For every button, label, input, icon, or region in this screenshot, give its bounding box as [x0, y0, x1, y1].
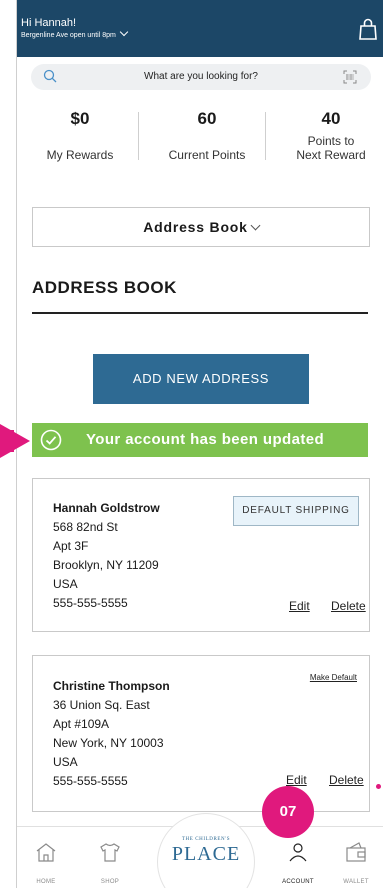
edit-address-link[interactable]: Edit	[289, 599, 310, 613]
delete-address-link[interactable]: Delete	[331, 599, 366, 613]
greeting: Hi Hannah!	[21, 17, 77, 29]
logo-big-text: PLACE	[171, 843, 241, 865]
success-message: Your account has been updated	[86, 431, 325, 448]
phone-screen: Hi Hannah! Bergenline Ave open until 8pm…	[16, 0, 383, 888]
shirt-icon	[100, 843, 120, 862]
logo-small-text: THE CHILDREN'S	[181, 837, 231, 842]
store-status: Bergenline Ave open until 8pm	[21, 32, 116, 39]
search-bar[interactable]: What are you looking for?	[31, 64, 371, 90]
points-to-next-label-1: Points to	[307, 134, 355, 148]
annotation-dot	[376, 784, 381, 789]
chevron-down-icon	[119, 27, 129, 37]
edit-address-link[interactable]: Edit	[286, 773, 307, 787]
tab-account-label: ACCOUNT	[282, 879, 314, 885]
stat-divider	[138, 112, 139, 160]
address-phone: 555-555-5555	[53, 774, 128, 788]
my-rewards-label: My Rewards	[46, 148, 114, 162]
address-line2: Apt #109A	[53, 717, 110, 731]
current-points-value: 60	[197, 109, 217, 128]
shopping-bag-icon[interactable]	[359, 18, 377, 40]
home-icon	[36, 843, 56, 862]
tab-home[interactable]: HOME	[21, 827, 71, 888]
account-icon	[289, 843, 307, 862]
tab-wallet[interactable]: WALLET	[331, 827, 381, 888]
address-city: Brooklyn, NY 11209	[53, 558, 159, 572]
dropdown-label: Address Book	[143, 219, 248, 235]
success-banner: Your account has been updated	[32, 423, 368, 457]
current-points-label: Current Points	[168, 148, 246, 162]
delete-address-link[interactable]: Delete	[329, 773, 364, 787]
address-card: Hannah Goldstrow 568 82nd St Apt 3F Broo…	[32, 478, 370, 632]
tab-home-label: HOME	[36, 879, 56, 885]
my-rewards-stat[interactable]: $0 My Rewards	[41, 108, 119, 162]
wallet-icon	[346, 842, 366, 862]
rewards-summary: $0 My Rewards 60 Current Points 40 Point…	[17, 108, 383, 168]
address-name: Hannah Goldstrow	[53, 501, 160, 515]
page-title: ADDRESS BOOK	[32, 278, 177, 297]
address-city: New York, NY 10003	[53, 736, 164, 750]
address-country: USA	[53, 755, 78, 769]
points-to-next-value: 40	[321, 109, 341, 128]
tab-wallet-label: WALLET	[343, 879, 369, 885]
my-rewards-value: $0	[70, 109, 90, 128]
top-bar: Hi Hannah! Bergenline Ave open until 8pm	[17, 0, 383, 57]
annotation-step-marker: 07	[262, 786, 314, 838]
brand-logo-button[interactable]: THE CHILDREN'S PLACE	[157, 813, 255, 888]
points-to-next-stat: 40 Points to Next Reward	[279, 108, 383, 162]
points-to-next-label-2: Next Reward	[296, 148, 366, 162]
current-points-stat: 60 Current Points	[157, 108, 257, 162]
tab-shop[interactable]: SHOP	[85, 827, 135, 888]
make-default-link[interactable]: Make Default	[310, 673, 357, 682]
address-phone: 555-555-5555	[53, 596, 128, 610]
default-shipping-badge: DEFAULT SHIPPING	[233, 496, 359, 526]
stat-divider	[265, 112, 266, 160]
address-country: USA	[53, 577, 78, 591]
check-circle-icon	[40, 429, 62, 451]
address-line2: Apt 3F	[53, 539, 89, 553]
add-new-address-button[interactable]: ADD NEW ADDRESS	[93, 354, 309, 404]
address-card: Christine Thompson 36 Union Sq. East Apt…	[32, 655, 370, 812]
tab-shop-label: SHOP	[100, 879, 120, 885]
chevron-down-icon	[250, 220, 261, 231]
address-name: Christine Thompson	[53, 679, 170, 693]
search-placeholder: What are you looking for?	[144, 71, 258, 82]
annotation-arrow-tail	[0, 430, 14, 452]
store-selector[interactable]: Bergenline Ave open until 8pm	[21, 27, 129, 41]
account-section-dropdown[interactable]: Address Book	[32, 207, 370, 247]
address-line1: 36 Union Sq. East	[53, 698, 150, 712]
barcode-scan-icon[interactable]	[343, 70, 357, 84]
address-line1: 568 82nd St	[53, 520, 118, 534]
bottom-tab-bar: HOME SHOP THE CHILDREN'S PLACE ACCOUNT W…	[17, 813, 383, 888]
title-underline	[32, 312, 368, 314]
